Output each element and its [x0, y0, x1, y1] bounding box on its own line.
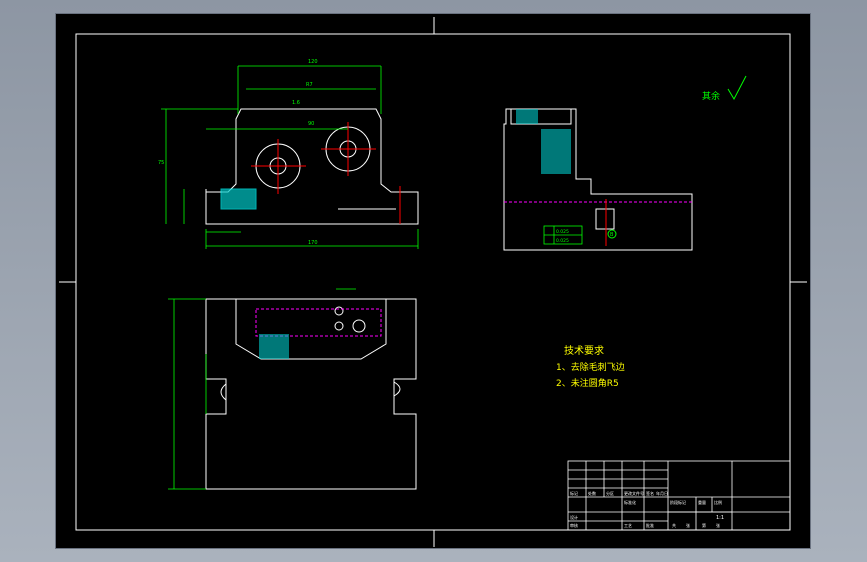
- tech-req-item-2: 2、未注圆角R5: [556, 377, 619, 389]
- tb-label-stage: 阶段标记: [670, 499, 686, 505]
- front-dim-bottom: 170: [308, 240, 318, 246]
- top-view: [205, 298, 417, 490]
- tb-label-standard: 标准化: [624, 499, 636, 505]
- tb-label-review: 审核: [570, 522, 578, 528]
- top-view-dimensions: [168, 288, 356, 490]
- tb-label-design: 设计: [570, 514, 578, 520]
- tb-label-no: 第: [702, 522, 706, 528]
- tolerance-row-2: 0.025: [556, 238, 569, 244]
- tech-req-item-1: 1、去除毛刺飞边: [556, 361, 625, 373]
- tb-label-count: 处数: [588, 490, 596, 496]
- tb-label-process: 工艺: [624, 523, 632, 528]
- datum-label: B: [610, 232, 614, 238]
- front-view-dimensions: [161, 65, 419, 249]
- front-dim-height: 75: [158, 160, 164, 166]
- tb-label-change-doc: 更改文件号: [624, 490, 644, 496]
- tolerance-row-1: 0.025: [556, 229, 569, 235]
- cad-drawing: 120 R7 90 75 170 1.6 0.025 0.025 B 其余 技术…: [59, 17, 807, 547]
- roughness-symbol-icon: [727, 75, 747, 101]
- side-section-top: [516, 109, 538, 124]
- side-view: [503, 108, 693, 251]
- tb-label-sign: 签名: [646, 490, 654, 496]
- tb-label-sheet: 张: [716, 522, 720, 528]
- title-block: [567, 460, 791, 531]
- tb-label-mark: 标记: [570, 490, 578, 496]
- roughness-other-label: 其余: [702, 90, 720, 102]
- tb-label-total: 共: [672, 522, 676, 528]
- drawing-border: [75, 33, 791, 531]
- tb-label-weight: 重量: [698, 499, 706, 505]
- front-roughness: 1.6: [292, 100, 300, 106]
- top-hidden-outline: [255, 308, 382, 337]
- tb-label-ratio: 比例: [714, 499, 722, 505]
- tech-req-title: 技术要求: [564, 344, 604, 357]
- tb-label-date: 年月日: [656, 490, 668, 496]
- cad-viewport[interactable]: 120 R7 90 75 170 1.6 0.025 0.025 B 其余 技术…: [55, 13, 811, 549]
- tb-scale: 1:1: [716, 515, 724, 521]
- tb-label-approve: 批准: [646, 522, 654, 528]
- front-dim-top: 120: [308, 59, 318, 65]
- front-dim-inner: R7: [306, 82, 313, 88]
- tb-label-zone: 分区: [606, 490, 614, 496]
- side-section-mid: [541, 129, 571, 174]
- front-dim-upper: 90: [308, 121, 314, 127]
- top-section: [259, 334, 289, 359]
- tb-label-sheets: 张: [686, 522, 690, 528]
